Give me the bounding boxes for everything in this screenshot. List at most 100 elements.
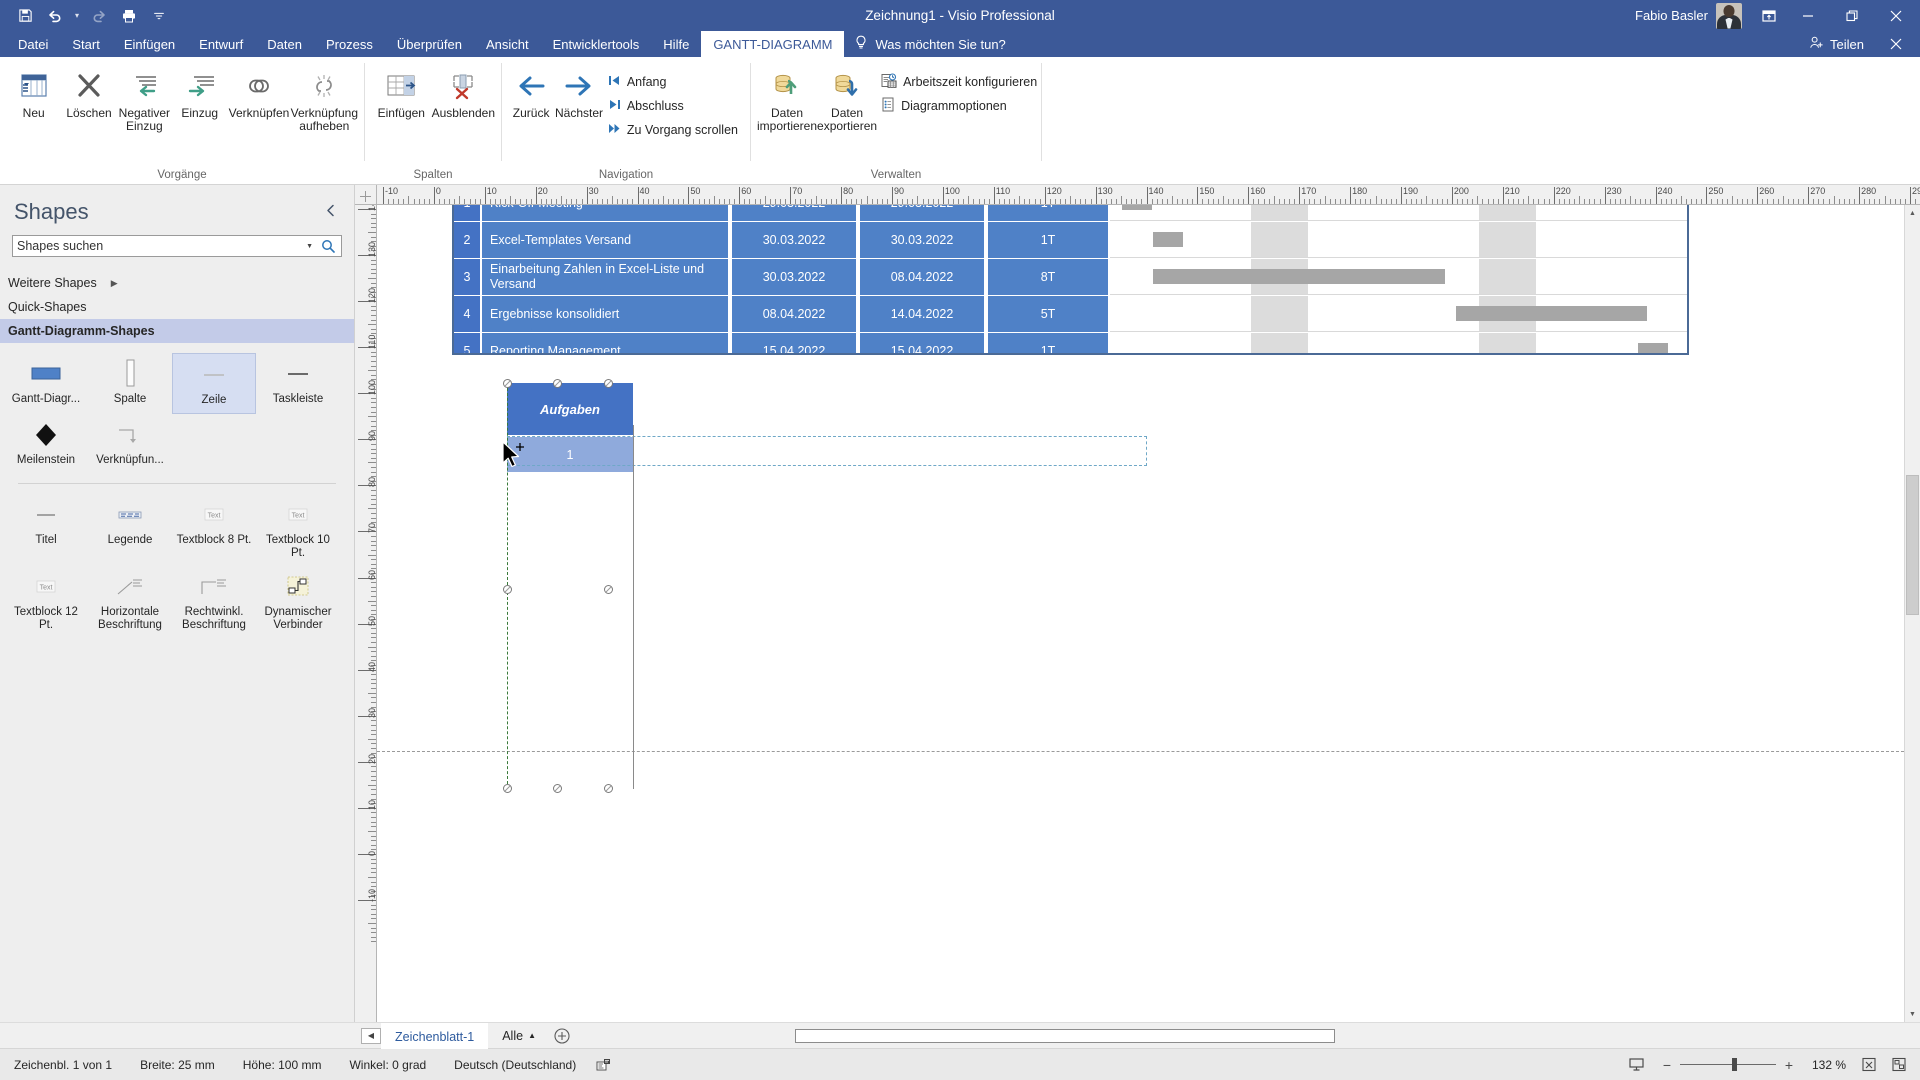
tab-datei[interactable]: Datei bbox=[6, 31, 60, 57]
add-sheet-button[interactable] bbox=[554, 1027, 570, 1044]
resize-handle-bottom-center[interactable] bbox=[553, 784, 562, 793]
scroll-to-task-button[interactable]: Zu Vorgang scrollen bbox=[604, 119, 744, 141]
gantt-cell-id[interactable]: 5 bbox=[454, 333, 482, 353]
gantt-task-bar[interactable] bbox=[1153, 269, 1445, 284]
chevron-down-icon[interactable]: ▼ bbox=[300, 243, 319, 250]
fit-window-icon[interactable] bbox=[1886, 1057, 1912, 1072]
gantt-bar-cell[interactable] bbox=[1110, 296, 1687, 332]
indent-button[interactable]: Einzug bbox=[172, 65, 227, 141]
language-icon[interactable] bbox=[590, 1058, 616, 1072]
shapes-search-box[interactable]: ▼ bbox=[12, 235, 342, 257]
save-icon[interactable] bbox=[10, 2, 40, 30]
share-button[interactable]: Teilen bbox=[1797, 31, 1876, 57]
resize-handle-top-center[interactable] bbox=[553, 379, 562, 388]
tab-ansicht[interactable]: Ansicht bbox=[474, 31, 541, 57]
close-button[interactable] bbox=[1874, 0, 1918, 31]
stencil-quick-shapes[interactable]: Quick-Shapes bbox=[0, 295, 354, 319]
shape-textblock-8pt[interactable]: Text Textblock 8 Pt. bbox=[172, 494, 256, 566]
chart-options-button[interactable]: Diagrammoptionen bbox=[877, 95, 1043, 117]
gantt-bar-cell[interactable] bbox=[1110, 205, 1687, 221]
print-icon[interactable] bbox=[114, 2, 144, 30]
resize-handle-bottom-left[interactable] bbox=[503, 784, 512, 793]
undo-dropdown-caret-icon[interactable]: ▾ bbox=[70, 11, 84, 20]
search-input[interactable] bbox=[17, 239, 301, 253]
zoom-slider[interactable]: − + bbox=[1654, 1057, 1802, 1073]
gantt-cell-end[interactable]: 29.03.2022 bbox=[860, 205, 988, 221]
zoom-level-label[interactable]: 132 % bbox=[1806, 1058, 1852, 1072]
selected-shape-header[interactable]: Aufgaben bbox=[507, 383, 633, 435]
shape-gantt-diagramm[interactable]: Gantt-Diagr... bbox=[4, 353, 88, 414]
gantt-task-bar[interactable] bbox=[1456, 306, 1647, 321]
zoom-out-button[interactable]: − bbox=[1662, 1057, 1672, 1073]
hide-column-button[interactable]: Ausblenden bbox=[432, 65, 495, 141]
horizontal-scroll-track[interactable] bbox=[794, 1028, 1695, 1043]
gantt-cell-id[interactable]: 3 bbox=[454, 259, 482, 295]
avatar[interactable] bbox=[1716, 2, 1742, 29]
sheet-nav-left-button[interactable]: ◀ bbox=[361, 1027, 381, 1044]
shape-spalte[interactable]: Spalte bbox=[88, 353, 172, 414]
zoom-track[interactable] bbox=[1679, 1058, 1776, 1071]
gantt-cell-duration[interactable]: 1T bbox=[988, 205, 1110, 221]
status-language[interactable]: Deutsch (Deutschland) bbox=[440, 1058, 590, 1072]
table-row[interactable]: 3 Einarbeitung Zahlen in Excel-Liste und … bbox=[454, 259, 1687, 296]
table-row[interactable]: 5 Reporting Management 15.04.2022 15.04.202… bbox=[454, 333, 1687, 353]
zoom-in-button[interactable]: + bbox=[1784, 1057, 1794, 1073]
new-task-button[interactable]: Neu bbox=[6, 65, 61, 141]
gantt-cell-start[interactable]: 08.04.2022 bbox=[732, 296, 860, 332]
status-height[interactable]: Höhe: 100 mm bbox=[229, 1058, 336, 1072]
customize-qat-icon[interactable] bbox=[144, 2, 174, 30]
gantt-bar-cell[interactable] bbox=[1110, 333, 1687, 353]
resize-handle-bottom-right[interactable] bbox=[604, 784, 613, 793]
all-sheets-button[interactable]: Alle ▲ bbox=[496, 1029, 542, 1043]
unlink-tasks-button[interactable]: Verknüpfung aufheben bbox=[291, 65, 358, 141]
gantt-cell-task[interactable]: Ergebnisse konsolidiert bbox=[482, 296, 732, 332]
gantt-cell-end[interactable]: 14.04.2022 bbox=[860, 296, 988, 332]
gantt-cell-end[interactable]: 08.04.2022 bbox=[860, 259, 988, 295]
tell-me-box[interactable]: Was möchten Sie tun? bbox=[844, 31, 1015, 57]
zoom-knob[interactable] bbox=[1731, 1058, 1737, 1071]
go-to-end-button[interactable]: Abschluss bbox=[604, 95, 744, 117]
scroll-down-button[interactable]: ▼ bbox=[1905, 1006, 1920, 1022]
status-angle[interactable]: Winkel: 0 grad bbox=[335, 1058, 440, 1072]
resize-handle-mid-left[interactable] bbox=[503, 585, 512, 594]
shape-taskleiste[interactable]: Taskleiste bbox=[256, 353, 340, 414]
gantt-cell-start[interactable]: 30.03.2022 bbox=[732, 259, 860, 295]
resize-handle-top-right[interactable] bbox=[604, 379, 613, 388]
gantt-chart-table[interactable]: 1Kick-Off-Meeting29.03.202229.03.20221T2… bbox=[452, 205, 1689, 355]
export-data-button[interactable]: Daten exportieren bbox=[817, 65, 877, 141]
tab-gantt-diagramm[interactable]: GANTT-DIAGRAMM bbox=[701, 31, 845, 57]
gantt-cell-duration[interactable]: 1T bbox=[988, 333, 1110, 353]
outdent-button[interactable]: Negativer Einzug bbox=[117, 65, 172, 141]
stencil-weitere-shapes[interactable]: Weitere Shapes ▶ bbox=[0, 271, 354, 295]
tab-daten[interactable]: Daten bbox=[255, 31, 314, 57]
gantt-bar-cell[interactable] bbox=[1110, 259, 1687, 295]
gantt-cell-end[interactable]: 15.04.2022 bbox=[860, 333, 988, 353]
vertical-scrollbar[interactable]: ▲ ▼ bbox=[1904, 205, 1920, 1022]
configure-work-time-button[interactable]: Arbeitszeit konfigurieren bbox=[877, 71, 1043, 93]
vertical-scroll-thumb[interactable] bbox=[1906, 475, 1919, 615]
gantt-cell-duration[interactable]: 5T bbox=[988, 296, 1110, 332]
shape-meilenstein[interactable]: Meilenstein bbox=[4, 414, 88, 473]
shape-verknuepfung[interactable]: Verknüpfun... bbox=[88, 414, 172, 473]
ribbon-display-options-icon[interactable] bbox=[1752, 1, 1786, 31]
link-tasks-button[interactable]: Verknüpfen bbox=[227, 65, 290, 141]
tab-hilfe[interactable]: Hilfe bbox=[651, 31, 701, 57]
tab-einfuegen[interactable]: Einfügen bbox=[112, 31, 187, 57]
insert-column-button[interactable]: Einfügen bbox=[371, 65, 432, 141]
shape-titel[interactable]: Titel bbox=[4, 494, 88, 566]
go-to-start-button[interactable]: Anfang bbox=[604, 71, 744, 93]
table-row[interactable]: 1Kick-Off-Meeting29.03.202229.03.20221T bbox=[454, 205, 1687, 222]
search-icon[interactable] bbox=[319, 239, 339, 253]
next-button[interactable]: Nächster bbox=[554, 65, 604, 141]
shape-dynamischer-verbinder[interactable]: Dynamischer Verbinder bbox=[256, 566, 340, 638]
horizontal-scroll-thumb[interactable] bbox=[794, 1028, 1335, 1043]
ruler-corner[interactable] bbox=[355, 185, 377, 204]
gantt-bar-cell[interactable] bbox=[1110, 222, 1687, 258]
resize-handle-top-left[interactable] bbox=[503, 379, 512, 388]
tab-ueberpruefen[interactable]: Überprüfen bbox=[385, 31, 474, 57]
gantt-cell-duration[interactable]: 1T bbox=[988, 222, 1110, 258]
scroll-up-button[interactable]: ▲ bbox=[1905, 205, 1920, 221]
previous-button[interactable]: Zurück bbox=[508, 65, 554, 141]
fit-page-icon[interactable] bbox=[1856, 1057, 1882, 1072]
chevron-left-icon[interactable] bbox=[319, 202, 342, 222]
